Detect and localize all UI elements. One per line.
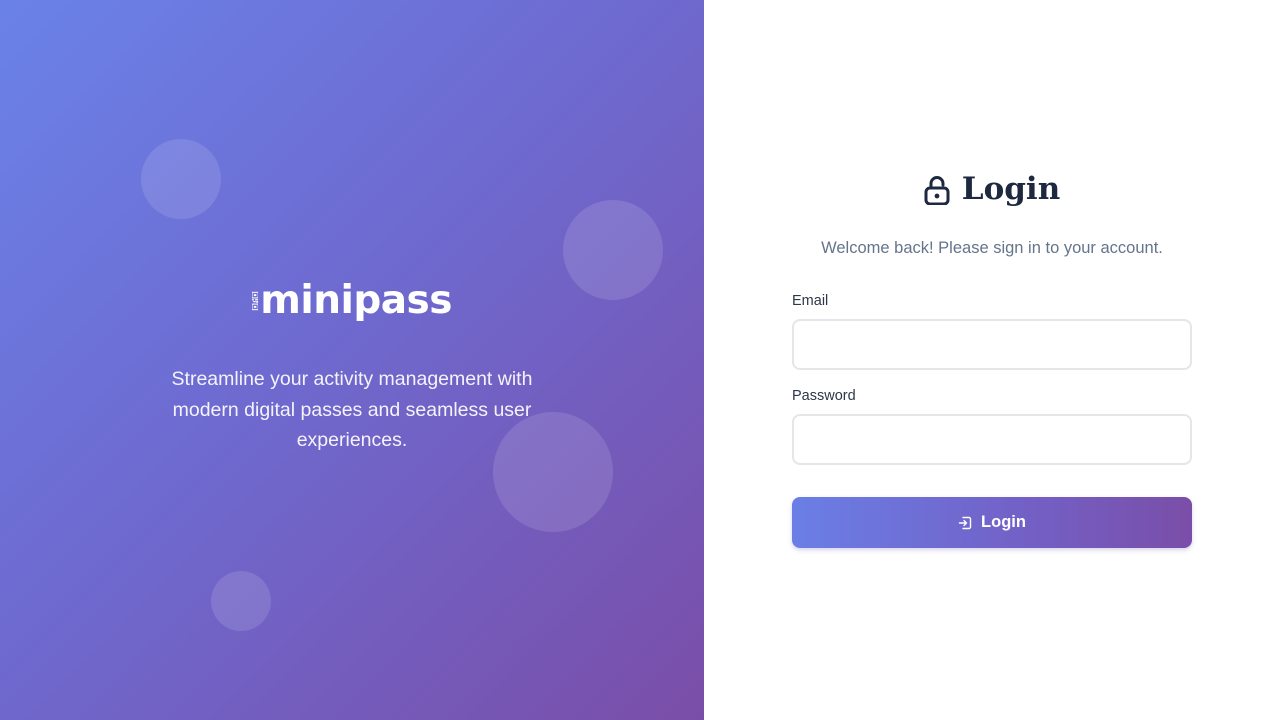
login-button-label: Login	[981, 513, 1026, 531]
decorative-circle	[141, 139, 221, 219]
password-field[interactable]	[792, 414, 1192, 465]
login-page: minipass Streamline your activity manage…	[0, 0, 1280, 720]
logo-text: minipass	[260, 277, 452, 323]
email-label: Email	[792, 293, 829, 309]
login-title: Login	[961, 171, 1061, 207]
lock-icon	[924, 176, 950, 205]
login-panel: Login Welcome back! Please sign in to yo…	[704, 0, 1280, 720]
email-field[interactable]	[792, 319, 1192, 370]
minipass-logo: minipass	[252, 276, 452, 324]
login-subtitle: Welcome back! Please sign in to your acc…	[821, 239, 1163, 257]
decorative-circle	[211, 571, 271, 631]
decorative-circle	[563, 200, 663, 300]
brand-panel: minipass Streamline your activity manage…	[0, 0, 704, 720]
sign-in-icon	[958, 516, 972, 529]
qr-code-icon	[252, 291, 259, 311]
login-heading: Login	[704, 166, 1280, 212]
password-label: Password	[792, 388, 856, 404]
brand-tagline: Streamline your activity management with…	[171, 368, 533, 451]
login-button[interactable]: Login	[792, 497, 1192, 548]
